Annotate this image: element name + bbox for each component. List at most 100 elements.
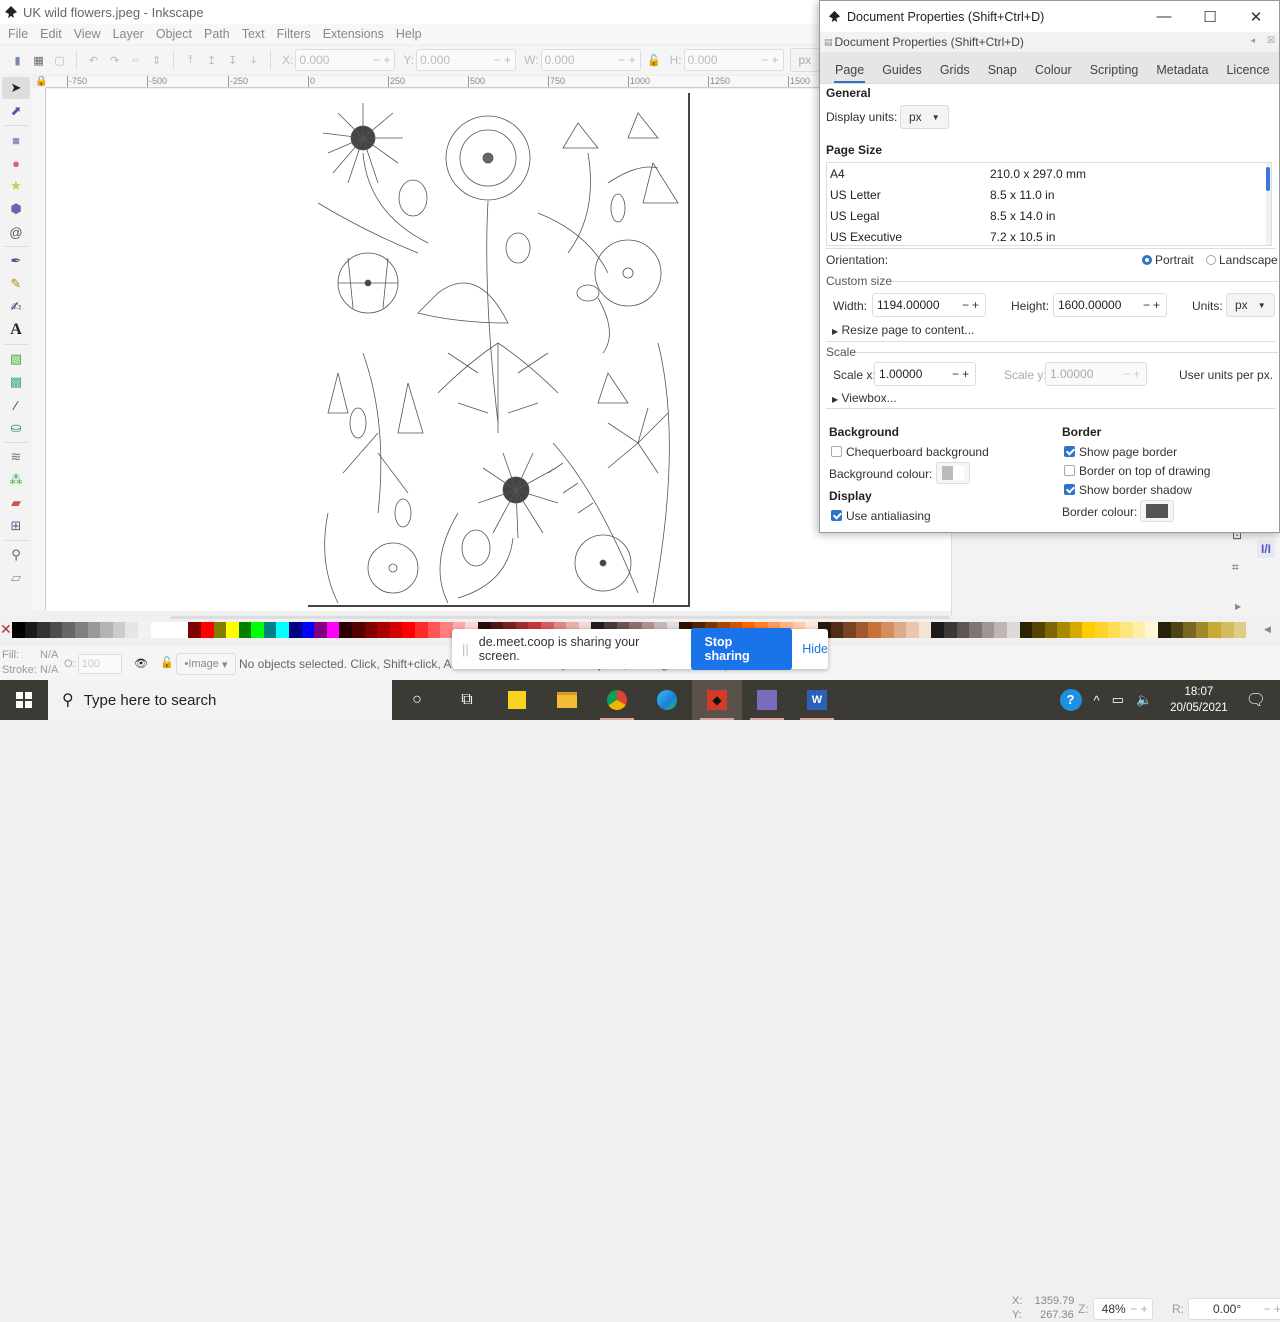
menu-text[interactable]: Text: [236, 27, 271, 41]
bezier-tool-icon[interactable]: ✒: [2, 250, 30, 272]
colour-swatch[interactable]: [62, 622, 75, 638]
border-colour-button[interactable]: [1140, 500, 1174, 522]
flip-horizontal-icon[interactable]: ⇔: [128, 52, 143, 68]
colour-swatch[interactable]: [364, 622, 378, 638]
page-size-scrollbar[interactable]: [1266, 163, 1271, 245]
background-colour-button[interactable]: [936, 462, 970, 484]
layer-visibility-icon[interactable]: 👁: [134, 657, 148, 670]
colour-swatch[interactable]: [226, 622, 239, 638]
gradient-tool-icon[interactable]: ▧: [2, 348, 30, 370]
colour-swatch[interactable]: [289, 622, 302, 638]
colour-swatch[interactable]: [830, 622, 844, 638]
menu-object[interactable]: Object: [150, 27, 198, 41]
taskbar-search-box[interactable]: ⚲ Type here to search: [48, 680, 392, 720]
sticky-notes-icon[interactable]: [492, 680, 542, 720]
colour-swatch[interactable]: [1195, 622, 1209, 638]
node-tool-icon[interactable]: ⬈: [2, 100, 30, 122]
no-paint-swatch[interactable]: ✕: [0, 622, 12, 638]
show-hidden-icons-chevron[interactable]: ^: [1094, 693, 1100, 708]
volume-icon[interactable]: 🔈: [1136, 692, 1152, 708]
edge-icon[interactable]: [642, 680, 692, 720]
menu-filters[interactable]: Filters: [271, 27, 317, 41]
colour-swatch[interactable]: [1233, 622, 1247, 638]
colour-swatch[interactable]: [906, 622, 919, 638]
raise-icon[interactable]: ↥: [204, 52, 219, 68]
colour-swatch[interactable]: [440, 622, 453, 638]
rectangle-tool-icon[interactable]: ■: [2, 129, 30, 151]
lower-to-bottom-icon[interactable]: ⤓: [246, 52, 261, 68]
colour-swatch[interactable]: [843, 622, 856, 638]
palette-menu-icon[interactable]: ◀: [1264, 624, 1271, 635]
colour-swatch[interactable]: [943, 622, 957, 638]
page-image-wild-flowers[interactable]: [308, 93, 690, 607]
colour-swatch[interactable]: [880, 622, 894, 638]
colour-swatch[interactable]: [1032, 622, 1045, 638]
tab-metadata[interactable]: Metadata: [1147, 63, 1217, 83]
close-icon[interactable]: ✕: [1233, 1, 1279, 32]
display-units-select[interactable]: px ▼: [900, 105, 949, 129]
colour-swatch[interactable]: [200, 622, 214, 638]
task-view-icon[interactable]: ⧉: [442, 680, 492, 720]
colour-swatch[interactable]: [868, 622, 881, 638]
dropper-tool-icon[interactable]: ⁄: [2, 394, 30, 416]
tab-snap[interactable]: Snap: [979, 63, 1026, 83]
colour-swatch[interactable]: [251, 622, 264, 638]
mesh-tool-icon[interactable]: ▩: [2, 371, 30, 393]
scale-x-input[interactable]: 1.00000 −+: [874, 362, 976, 386]
select-all-layers-icon[interactable]: ▦: [31, 52, 46, 68]
border-on-top-checkbox[interactable]: Border on top of drawing: [1064, 464, 1210, 478]
colour-swatch[interactable]: [301, 622, 315, 638]
rotate-ccw-icon[interactable]: ↶: [86, 52, 101, 68]
colour-swatch[interactable]: [1132, 622, 1146, 638]
colour-swatch[interactable]: [427, 622, 441, 638]
meet-now-icon[interactable]: ▭: [1112, 692, 1124, 708]
colour-swatch[interactable]: [112, 622, 126, 638]
tab-page[interactable]: Page: [826, 63, 873, 83]
tab-colour[interactable]: Colour: [1026, 63, 1081, 83]
colour-swatch[interactable]: [1120, 622, 1133, 638]
colour-swatch[interactable]: [339, 622, 353, 638]
pencil-tool-icon[interactable]: ✎: [2, 273, 30, 295]
tab-scripting[interactable]: Scripting: [1081, 63, 1148, 83]
zoom-input[interactable]: 48% − +: [1092, 1298, 1153, 1320]
ellipse-tool-icon[interactable]: ●: [2, 152, 30, 174]
units-select[interactable]: px: [789, 48, 820, 72]
colour-swatch[interactable]: [956, 622, 970, 638]
w-input[interactable]: 0.000− +: [540, 49, 641, 71]
snap-toggle-icon[interactable]: I/I: [1257, 540, 1276, 558]
width-input[interactable]: 1194.00000 −+: [872, 293, 986, 317]
colour-swatch[interactable]: [1082, 622, 1096, 638]
fill-stroke-indicator[interactable]: Fill: N/A Stroke: N/A: [2, 648, 58, 678]
resize-page-expander[interactable]: ▶ Resize page to content...: [832, 323, 974, 337]
menu-layer[interactable]: Layer: [107, 27, 150, 41]
colour-swatch[interactable]: [74, 622, 88, 638]
colour-swatch[interactable]: [1019, 622, 1033, 638]
connector-tool-icon[interactable]: ⊞: [2, 515, 30, 537]
gimp-icon[interactable]: [742, 680, 792, 720]
menu-extensions[interactable]: Extensions: [317, 27, 390, 41]
colour-swatch[interactable]: [238, 622, 252, 638]
colour-swatch[interactable]: [855, 622, 869, 638]
lock-ratio-icon[interactable]: 🔓: [647, 52, 662, 68]
rotate-cw-icon[interactable]: ↷: [107, 52, 122, 68]
tab-grids[interactable]: Grids: [931, 63, 979, 83]
colour-swatch[interactable]: [1208, 622, 1221, 638]
colour-swatch[interactable]: [137, 622, 151, 638]
guide-lock-icon[interactable]: 🔒: [35, 76, 47, 87]
colour-swatch[interactable]: [37, 622, 50, 638]
menu-view[interactable]: View: [68, 27, 107, 41]
menu-help[interactable]: Help: [390, 27, 428, 41]
star-tool-icon[interactable]: ★: [2, 175, 30, 197]
help-icon[interactable]: ?: [1059, 689, 1082, 711]
cortana-icon[interactable]: ○: [392, 680, 442, 720]
tab-licence[interactable]: Licence: [1217, 63, 1278, 83]
antialiasing-checkbox[interactable]: Use antialiasing: [831, 509, 931, 523]
colour-swatch[interactable]: [1095, 622, 1108, 638]
maximize-icon[interactable]: ☐: [1187, 1, 1233, 32]
horizontal-scrollbar[interactable]: [170, 616, 950, 619]
select-all-icon[interactable]: ▮: [10, 52, 25, 68]
landscape-radio[interactable]: Landscape: [1206, 253, 1278, 267]
measure-tool-icon[interactable]: ▱: [2, 567, 30, 589]
colour-swatch[interactable]: [1069, 622, 1083, 638]
colour-swatch[interactable]: [12, 622, 25, 638]
